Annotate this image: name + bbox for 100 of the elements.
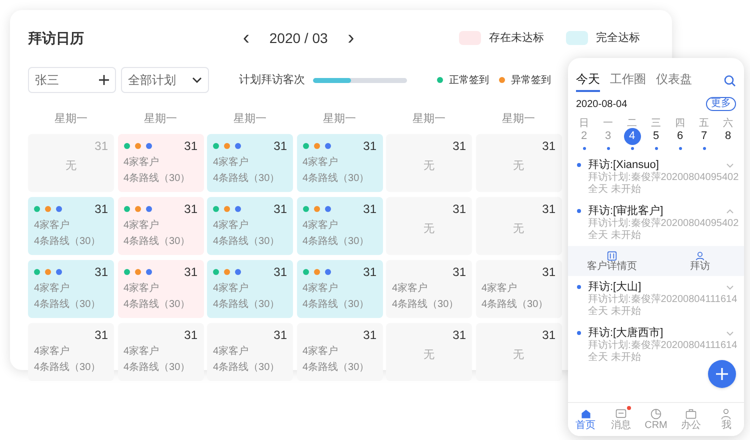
day-number: 31	[274, 264, 287, 281]
day-number: 31	[363, 327, 376, 344]
date-button[interactable]: 4	[624, 128, 640, 145]
calendar-day-cell[interactable]: 31 4家客户 4条路线（30）	[118, 260, 204, 318]
date-button[interactable]: 5	[648, 128, 664, 145]
calendar-day-cell[interactable]: 31 4家客户 4条路线（30）	[386, 260, 472, 318]
cell-text: 4家客户	[302, 218, 340, 233]
visit-item[interactable]: 拜访:[Xiansuo] 拜访计划:秦俊萍20200804095402 全天 未开始	[568, 154, 744, 200]
calendar-day-cell[interactable]: 31 4家客户 4条路线（30）	[207, 260, 293, 318]
plan-select[interactable]: 全部计划	[121, 67, 209, 93]
cell-text: 4家客户	[302, 282, 340, 296]
calendar-day-cell[interactable]: 31 4家客户 4条路线（30）	[296, 197, 382, 255]
visit-item[interactable]: 拜访:[大唐西市] 拜访计划:秦俊萍20200804111614 全天 未开始	[568, 322, 744, 368]
cell-text: 4条路线（30）	[302, 360, 370, 375]
day-number: 31	[542, 201, 556, 218]
visit-title: 拜访:[大山]	[588, 280, 642, 294]
visit-plan: 拜访计划:秦俊萍20200804111614	[588, 294, 738, 306]
date-button[interactable]: 7	[696, 128, 712, 145]
calendar-day-cell[interactable]: 31 4家客户 4条路线（30）	[118, 197, 204, 255]
more-button[interactable]: 更多	[706, 97, 736, 111]
calendar-day-cell[interactable]: 31 无	[386, 197, 472, 255]
message-icon	[614, 408, 627, 420]
chevron-down-icon[interactable]	[726, 163, 734, 168]
empty-text: 无	[424, 160, 434, 172]
person-icon	[695, 250, 705, 260]
cell-text: 4家客户	[302, 156, 340, 170]
calendar-day-cell[interactable]: 31 4家客户 4条路线（30）	[28, 197, 114, 255]
visit-status: 全天 未开始	[588, 230, 641, 242]
visit-title: 拜访:[大唐西市]	[588, 326, 664, 340]
calendar-title: 拜访日历	[28, 28, 85, 48]
nav-item[interactable]: 首页	[568, 408, 604, 431]
day-number: 31	[274, 201, 287, 218]
day-number: 31	[542, 327, 556, 344]
weekday-label: 一	[603, 118, 613, 129]
day-number: 31	[274, 327, 287, 344]
calendar-day-cell[interactable]: 31 4家客户 4条路线（30）	[28, 260, 114, 318]
day-number: 31	[363, 138, 376, 155]
cell-text: 4条路线（30）	[482, 298, 550, 312]
action-button[interactable]: 客户详情页	[568, 250, 656, 272]
calendar-day-cell[interactable]: 31 4家客户 4条路线（30）	[207, 323, 293, 381]
cell-text: 4条路线（30）	[213, 298, 281, 312]
empty-text: 无	[424, 223, 434, 235]
person-field[interactable]: 张三	[28, 67, 116, 93]
day-number: 31	[542, 138, 556, 155]
cell-text: 4家客户	[213, 282, 250, 296]
empty-text: 无	[513, 160, 524, 172]
calendar-day-cell[interactable]: 31 无	[386, 134, 472, 192]
home-icon	[580, 408, 592, 420]
calendar-day-cell[interactable]: 31 4家客户 4条路线（30）	[118, 323, 204, 381]
cell-text: 4条路线（30）	[124, 234, 192, 249]
calendar-day-cell[interactable]: 31 4家客户 4条路线（30）	[207, 197, 293, 255]
weekday-label: 五	[699, 118, 709, 129]
calendar-day-cell[interactable]: 31 4家客户 4条路线（30）	[28, 323, 114, 381]
plus-icon	[716, 368, 728, 380]
tab[interactable]: 今天	[576, 70, 600, 92]
pie-chart-icon	[650, 408, 662, 420]
visit-status: 全天 未开始	[588, 352, 641, 364]
next-month-button[interactable]: ›	[344, 23, 358, 53]
cell-text: 4条路线（30）	[213, 234, 281, 249]
document-icon	[607, 250, 617, 260]
previous-month-button[interactable]: ‹	[238, 23, 254, 53]
day-number: 31	[94, 264, 108, 281]
add-button[interactable]	[708, 360, 736, 388]
day-number: 31	[184, 201, 198, 218]
visit-status: 全天 未开始	[588, 306, 641, 318]
visit-item[interactable]: 拜访:[大山] 拜访计划:秦俊萍20200804111614 全天 未开始	[568, 276, 744, 322]
day-number: 31	[94, 327, 108, 344]
calendar-day-cell[interactable]: 31 4家客户 4条路线（30）	[207, 134, 293, 192]
chevron-down-icon[interactable]	[726, 285, 734, 290]
calendar-day-cell[interactable]: 31 4家客户 4条路线（30）	[296, 134, 382, 192]
search-icon[interactable]	[724, 75, 736, 87]
tab[interactable]: 工作圈	[610, 70, 646, 92]
calendar-day-cell[interactable]: 31 无	[476, 323, 562, 381]
chevron-up-icon[interactable]	[726, 209, 734, 214]
chevron-down-icon	[192, 77, 202, 83]
calendar-day-cell[interactable]: 31 4家客户 4条路线（30）	[296, 323, 382, 381]
person-icon	[720, 408, 732, 420]
day-number: 31	[94, 201, 108, 218]
cell-text: 4家客户	[124, 218, 160, 233]
cell-text: 4家客户	[482, 282, 518, 296]
visit-item[interactable]: 拜访:[审批客户] 拜访计划:秦俊萍20200804095402 全天 未开始	[568, 200, 744, 246]
cell-text: 4条路线（30）	[213, 172, 281, 186]
calendar-day-cell[interactable]: 31 4家客户 4条路线（30）	[476, 260, 562, 318]
calendar-day-cell[interactable]: 31 无	[476, 134, 562, 192]
date-button[interactable]: 8	[720, 128, 736, 145]
cell-text: 4条路线（30）	[34, 360, 102, 375]
legend-swatch	[566, 31, 588, 45]
calendar-day-cell[interactable]: 31 4家客户 4条路线（30）	[118, 134, 204, 192]
weekday-label: 四	[675, 118, 685, 129]
day-number: 31	[274, 138, 287, 155]
action-button[interactable]: 拜访	[656, 250, 744, 272]
calendar-day-cell[interactable]: 31 4家客户 4条路线（30）	[296, 260, 382, 318]
cell-text: 4条路线（30）	[302, 234, 370, 249]
date-button[interactable]: 6	[672, 128, 688, 145]
plus-icon	[99, 75, 109, 85]
tab[interactable]: 仪表盘	[656, 70, 692, 92]
chevron-down-icon[interactable]	[726, 331, 734, 336]
cell-text: 4条路线（30）	[124, 360, 192, 375]
calendar-day-cell[interactable]: 31 无	[386, 323, 472, 381]
calendar-day-cell[interactable]: 31 无	[476, 197, 562, 255]
